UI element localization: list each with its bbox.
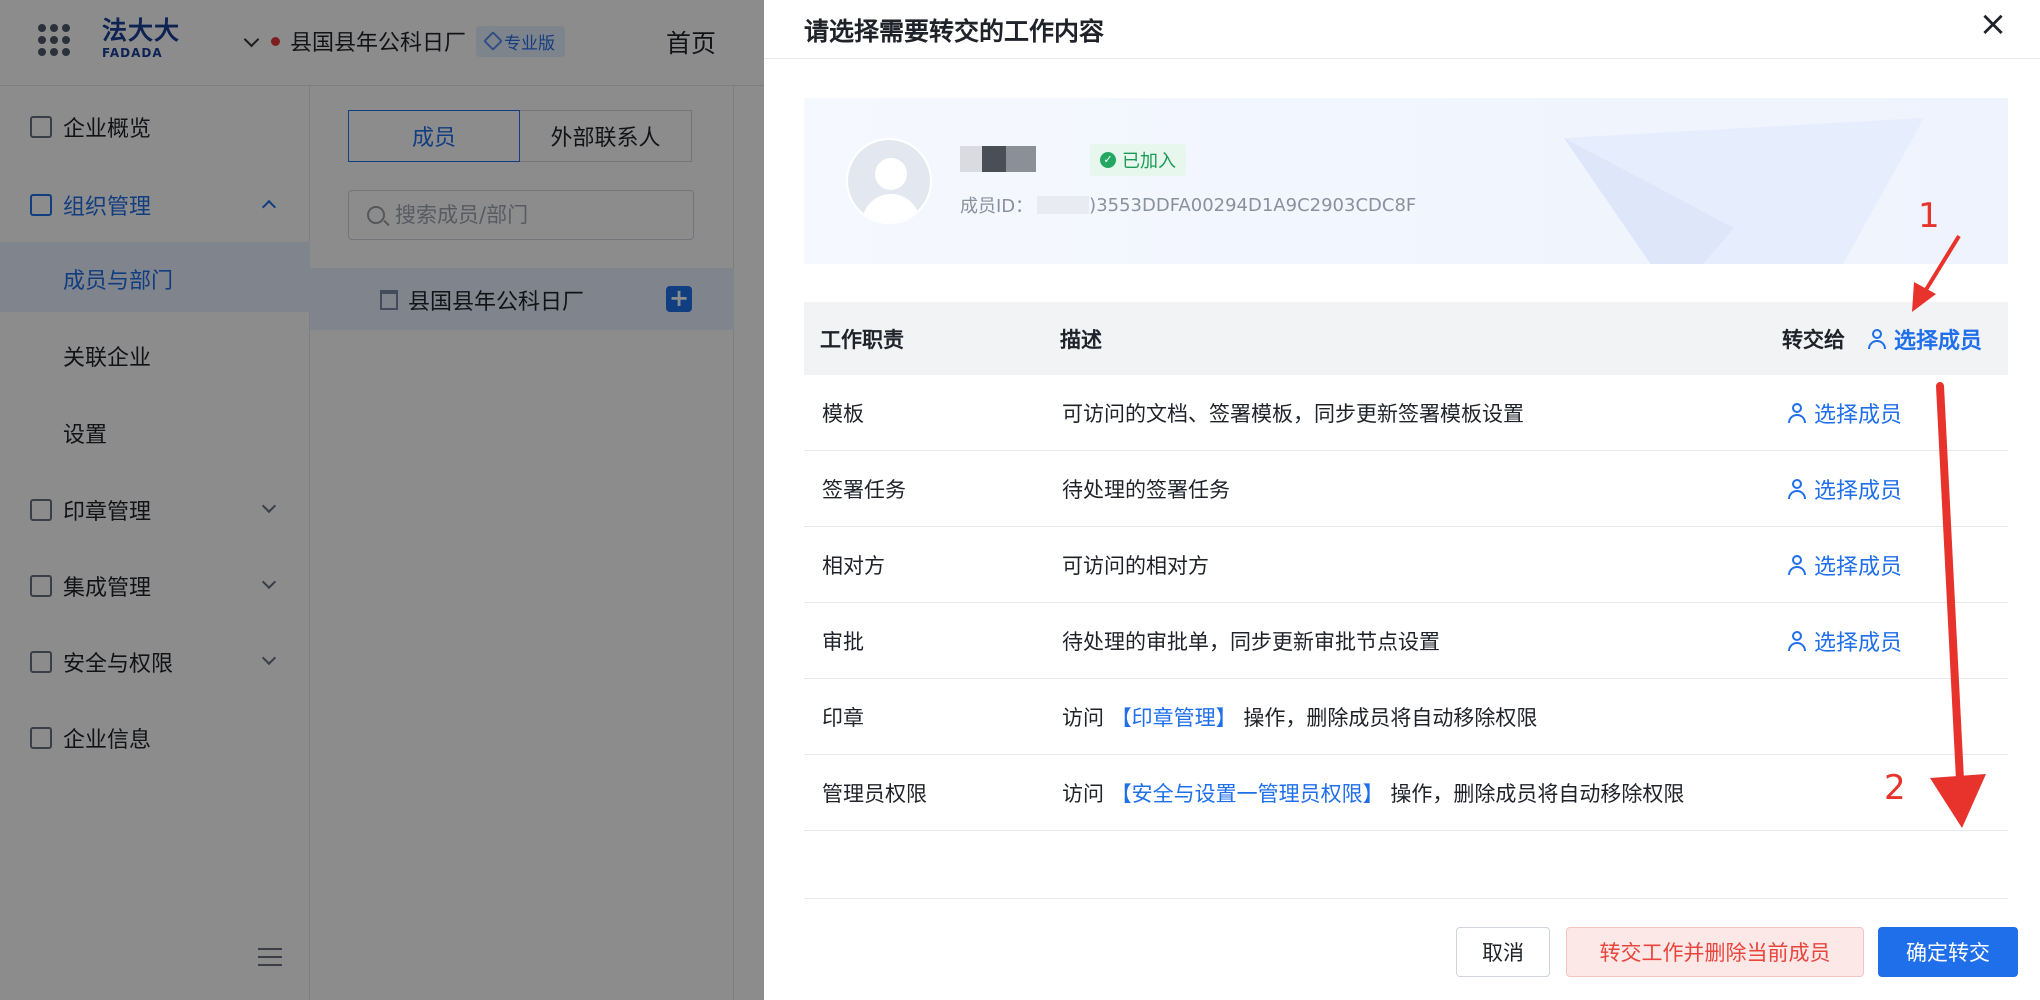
user-plus-icon (1788, 631, 1806, 651)
select-member-label: 选择成员 (1814, 479, 1903, 504)
member-profile-card: ✓ 已加入 成员ID： )3553DDFA00294D1A9C2903CDC8F (804, 98, 2008, 264)
table-row: 管理员权限 访问 【安全与设置一管理员权限】 操作，删除成员将自动移除权限 (804, 755, 2008, 831)
select-member-button[interactable]: 选择成员 (1788, 549, 1902, 581)
redacted-block (1037, 196, 1090, 214)
description-suffix: 操作，删除成员将自动移除权限 (1236, 706, 1538, 730)
annotation-step-2: 2 (1884, 768, 1906, 808)
divider (804, 898, 2008, 899)
description-cell: 待处理的审批单，同步更新审批节点设置 (1062, 630, 1440, 654)
table-header: 工作职责 描述 转交给 选择成员 (804, 302, 2008, 375)
divider (764, 58, 2040, 59)
user-plus-icon (1788, 479, 1806, 499)
table-row: 审批 待处理的审批单，同步更新审批节点设置 选择成员 (804, 603, 2008, 679)
member-id-value: )3553DDFA00294D1A9C2903CDC8F (1089, 194, 1417, 216)
user-plus-icon (1788, 555, 1806, 575)
user-plus-icon (1868, 329, 1886, 349)
select-member-label: 选择成员 (1894, 329, 1983, 354)
description-suffix: 操作，删除成员将自动移除权限 (1383, 782, 1685, 806)
col-header-duty: 工作职责 (820, 328, 904, 352)
annotation-step-1: 1 (1918, 196, 1940, 236)
cancel-button[interactable]: 取消 (1456, 927, 1550, 977)
masked-member-name (960, 146, 1036, 172)
table-row: 相对方 可访问的相对方 选择成员 (804, 527, 2008, 603)
avatar (846, 138, 932, 224)
select-member-label: 选择成员 (1814, 631, 1903, 656)
duty-cell: 审批 (822, 630, 864, 654)
status-badge: ✓ 已加入 (1090, 144, 1186, 176)
select-member-label: 选择成员 (1814, 555, 1903, 580)
description-cell: 可访问的文档、签署模板，同步更新签署模板设置 (1062, 402, 1524, 426)
description-cell: 访问 【印章管理】 操作，删除成员将自动移除权限 (1062, 702, 1537, 732)
select-member-button[interactable]: 选择成员 (1788, 397, 1902, 429)
col-header-description: 描述 (1060, 328, 1102, 352)
description-prefix: 访问 (1062, 782, 1111, 806)
select-member-button[interactable]: 选择成员 (1788, 625, 1902, 657)
select-member-label: 选择成员 (1814, 403, 1903, 428)
transfer-work-drawer: 请选择需要转交的工作内容 × ✓ 已加入 成员ID： )3553DDFA0029… (764, 0, 2040, 1000)
member-id: 成员ID： )3553DDFA00294D1A9C2903CDC8F (960, 192, 1416, 218)
confirm-transfer-button[interactable]: 确定转交 (1878, 927, 2018, 977)
check-circle-icon: ✓ (1100, 152, 1116, 168)
drawer-title: 请选择需要转交的工作内容 (804, 17, 1105, 46)
user-plus-icon (1788, 403, 1806, 423)
paper-plane-watermark (1564, 118, 1924, 264)
description-cell: 访问 【安全与设置一管理员权限】 操作，删除成员将自动移除权限 (1062, 778, 1684, 808)
select-member-button[interactable]: 选择成员 (1788, 473, 1902, 505)
description-cell: 待处理的签署任务 (1062, 478, 1230, 502)
seal-management-link[interactable]: 【印章管理】 (1111, 706, 1237, 730)
duty-cell: 管理员权限 (822, 782, 927, 806)
close-icon[interactable]: × (1978, 7, 2008, 41)
duty-cell: 印章 (822, 706, 864, 730)
status-badge-label: 已加入 (1122, 151, 1176, 172)
description-cell: 可访问的相对方 (1062, 554, 1209, 578)
table-row: 模板 可访问的文档、签署模板，同步更新签署模板设置 选择成员 (804, 375, 2008, 451)
table-row: 签署任务 待处理的签署任务 选择成员 (804, 451, 2008, 527)
admin-permission-link[interactable]: 【安全与设置一管理员权限】 (1111, 782, 1384, 806)
description-prefix: 访问 (1062, 706, 1111, 730)
duty-transfer-table: 工作职责 描述 转交给 选择成员 模板 可访问的文档、签署模板，同步更新签署模板… (804, 302, 2008, 831)
member-id-label: 成员ID： (960, 196, 1034, 217)
duty-cell: 相对方 (822, 554, 885, 578)
duty-cell: 签署任务 (822, 478, 906, 502)
duty-cell: 模板 (822, 402, 864, 426)
table-row: 印章 访问 【印章管理】 操作，删除成员将自动移除权限 (804, 679, 2008, 755)
col-header-transfer-to: 转交给 (1782, 328, 1845, 352)
transfer-and-delete-button[interactable]: 转交工作并删除当前成员 (1566, 927, 1864, 977)
select-member-all-button[interactable]: 选择成员 (1868, 323, 1982, 355)
